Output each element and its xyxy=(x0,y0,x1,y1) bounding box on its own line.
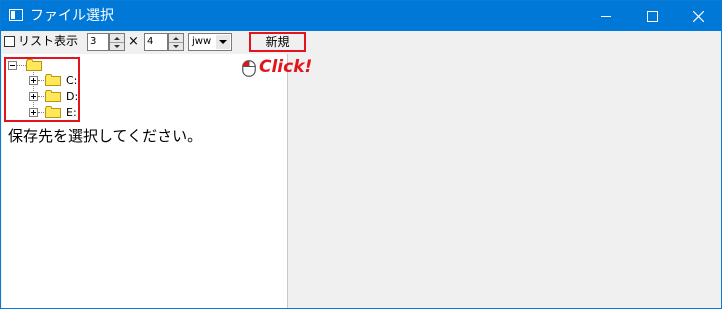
drive-c-label[interactable]: C: xyxy=(66,74,77,87)
drive-e-expand-icon[interactable] xyxy=(29,108,38,117)
drive-e-folder-icon[interactable] xyxy=(45,106,61,118)
maximize-icon xyxy=(646,10,658,22)
toolbar: リスト表示 3 × 4 jww 新規 xyxy=(1,31,721,53)
preview-pane xyxy=(289,54,721,308)
tree-connector xyxy=(38,112,44,114)
new-button[interactable]: 新規 xyxy=(249,32,306,52)
rows-input[interactable]: 4 xyxy=(144,33,168,51)
mouse-icon xyxy=(242,60,256,77)
rows-spinner[interactable] xyxy=(168,33,184,51)
close-icon xyxy=(692,10,704,22)
drive-c-folder-icon[interactable] xyxy=(45,74,61,86)
list-view-checkbox[interactable] xyxy=(4,36,15,47)
file-type-value: jww xyxy=(192,36,212,47)
drive-d-folder-icon[interactable] xyxy=(45,90,61,102)
drive-d-label[interactable]: D: xyxy=(66,90,78,103)
columns-input[interactable]: 3 xyxy=(87,33,109,51)
drive-d-expand-icon[interactable] xyxy=(29,92,38,101)
drive-c-expand-icon[interactable] xyxy=(29,76,38,85)
tree-connector xyxy=(38,80,44,82)
file-type-select[interactable]: jww xyxy=(188,33,232,51)
app-icon xyxy=(9,9,23,21)
minimize-button[interactable] xyxy=(583,1,629,31)
tree-connector xyxy=(38,96,44,98)
folder-tree-pane: C: D: E: 保存先を選択してください。 xyxy=(2,54,288,308)
title-bar[interactable]: ファイル選択 xyxy=(1,1,721,31)
dropdown-arrow-icon[interactable] xyxy=(216,35,230,49)
file-select-window: ファイル選択 リスト表示 3 × 4 jww 新規 C: D: E: 保存先を選… xyxy=(0,0,722,309)
columns-spin-down-icon[interactable] xyxy=(110,42,124,50)
times-symbol: × xyxy=(128,34,139,49)
window-title: ファイル選択 xyxy=(30,8,114,24)
list-view-label[interactable]: リスト表示 xyxy=(18,34,78,49)
drive-e-label[interactable]: E: xyxy=(66,106,77,119)
rows-spin-down-icon[interactable] xyxy=(169,42,183,50)
columns-spinner[interactable] xyxy=(109,33,125,51)
close-button[interactable] xyxy=(675,1,721,31)
click-annotation: Click! xyxy=(259,57,313,77)
instruction-text: 保存先を選択してください。 xyxy=(8,127,203,145)
minimize-icon xyxy=(601,15,611,17)
tree-connector xyxy=(17,65,26,67)
root-collapse-icon[interactable] xyxy=(8,61,17,70)
maximize-button[interactable] xyxy=(629,1,675,31)
